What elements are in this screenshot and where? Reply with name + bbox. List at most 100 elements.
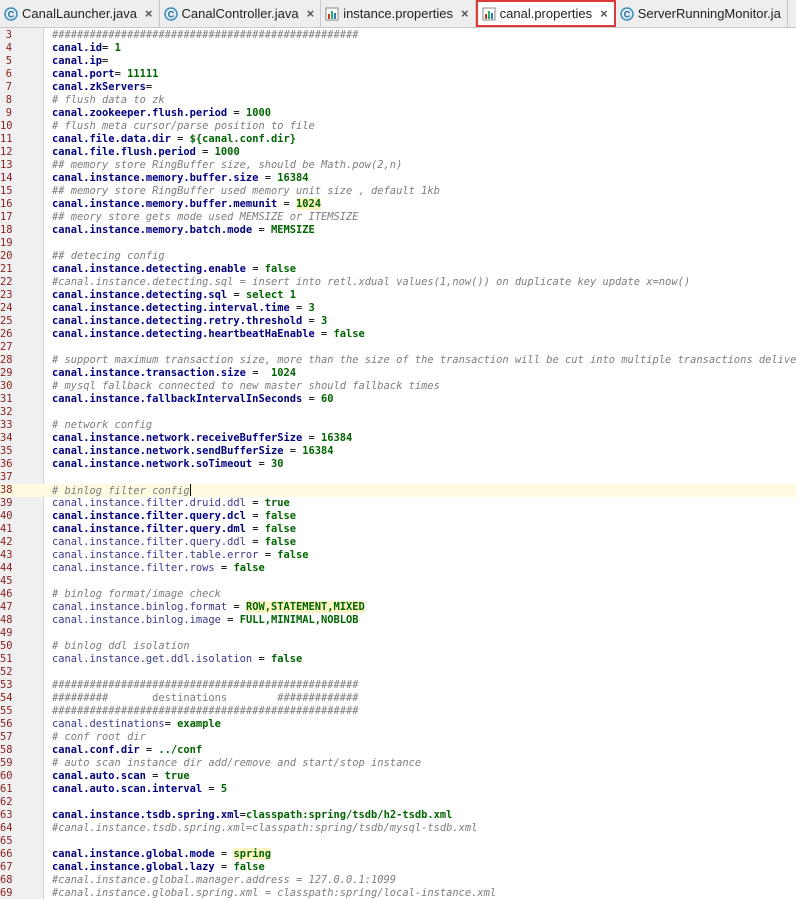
code-line[interactable]: 17 ## meory store gets mode used MEMSIZE …	[0, 211, 796, 224]
property-separator: =	[145, 81, 153, 93]
code-line[interactable]: 44 canal.instance.filter.rows = false	[0, 562, 796, 575]
code-line[interactable]: 54 ######### destinations #############	[0, 692, 796, 705]
code-line[interactable]: 47 canal.instance.binlog.format = ROW,STA…	[0, 601, 796, 614]
code-line[interactable]: 24 canal.instance.detecting.interval.time…	[0, 302, 796, 315]
line-content: ## memory store RingBuffer size, should …	[52, 159, 402, 172]
line-content: canal.instance.filter.query.dcl = false	[52, 510, 296, 523]
code-line[interactable]: 51 canal.instance.get.ddl.isolation = fal…	[0, 653, 796, 666]
code-line[interactable]: 4 canal.id= 1	[0, 42, 796, 55]
code-line[interactable]: 12 canal.file.flush.period = 1000	[0, 146, 796, 159]
tab-canal-properties[interactable]: canal.properties ×	[475, 0, 616, 27]
tab-instance-properties[interactable]: instance.properties ×	[321, 0, 476, 27]
code-line[interactable]: 50 # binlog ddl isolation	[0, 640, 796, 653]
code-line[interactable]: 32	[0, 406, 796, 419]
tab-close-icon[interactable]: ×	[600, 6, 608, 21]
line-content: ########################################…	[52, 29, 359, 42]
property-separator: =	[220, 614, 240, 626]
code-line[interactable]: 55 ######################################…	[0, 705, 796, 718]
code-line[interactable]: 27	[0, 341, 796, 354]
line-number: 68	[0, 874, 13, 886]
property-separator: =	[289, 302, 309, 314]
tab-close-icon[interactable]: ×	[145, 6, 153, 21]
code-line[interactable]: 39 canal.instance.filter.druid.ddl = true	[0, 497, 796, 510]
code-line[interactable]: 62	[0, 796, 796, 809]
code-line[interactable]: 7 canal.zkServers=	[0, 81, 796, 94]
code-line[interactable]: 60 canal.auto.scan = true	[0, 770, 796, 783]
code-editor[interactable]: 3 #######################################…	[0, 28, 796, 899]
code-line[interactable]: 6 canal.port= 11111	[0, 68, 796, 81]
property-value: example	[177, 718, 221, 730]
code-line[interactable]: 29 canal.instance.transaction.size = 1024	[0, 367, 796, 380]
code-line[interactable]: 40 canal.instance.filter.query.dcl = fals…	[0, 510, 796, 523]
code-line[interactable]: 26 canal.instance.detecting.heartbeatHaEn…	[0, 328, 796, 341]
line-number: 36	[0, 458, 13, 470]
hash-banner: ########################################…	[52, 705, 359, 717]
code-line[interactable]: 45	[0, 575, 796, 588]
tab-close-icon[interactable]: ×	[307, 6, 315, 21]
code-line[interactable]: 13 ## memory store RingBuffer size, shoul…	[0, 159, 796, 172]
code-line[interactable]: 66 canal.instance.global.mode = spring	[0, 848, 796, 861]
code-line[interactable]: 20 ## detecing config	[0, 250, 796, 263]
code-line[interactable]: 18 canal.instance.memory.batch.mode = MEM…	[0, 224, 796, 237]
code-line[interactable]: 46 # binlog format/image check	[0, 588, 796, 601]
code-line[interactable]: 35 canal.instance.network.sendBufferSize …	[0, 445, 796, 458]
code-line[interactable]: 11 canal.file.data.dir = ${canal.conf.dir…	[0, 133, 796, 146]
code-line[interactable]: 16 canal.instance.memory.buffer.memunit =…	[0, 198, 796, 211]
property-key: canal.instance.filter.query.dml	[52, 523, 246, 535]
code-line[interactable]: 3 #######################################…	[0, 29, 796, 42]
line-content: canal.instance.detecting.heartbeatHaEnab…	[52, 328, 365, 341]
code-line[interactable]: 8 # flush data to zk	[0, 94, 796, 107]
code-line[interactable]: 22 #canal.instance.detecting.sql = insert…	[0, 276, 796, 289]
code-line[interactable]: 52	[0, 666, 796, 679]
code-line[interactable]: 31 canal.instance.fallbackIntervalInSecon…	[0, 393, 796, 406]
code-line[interactable]: 9 canal.zookeeper.flush.period = 1000	[0, 107, 796, 120]
code-line[interactable]: 21 canal.instance.detecting.enable = fals…	[0, 263, 796, 276]
line-number: 66	[0, 848, 13, 860]
code-line[interactable]: 34 canal.instance.network.receiveBufferSi…	[0, 432, 796, 445]
tab-close-icon[interactable]: ×	[461, 6, 469, 21]
tab-canal-controller[interactable]: C CanalController.java ×	[160, 0, 322, 27]
code-line[interactable]: 10 # flush meta cursor/parse position to …	[0, 120, 796, 133]
code-line[interactable]: 28 # support maximum transaction size, mo…	[0, 354, 796, 367]
property-value: 16384	[302, 445, 334, 457]
code-line[interactable]: 68 #canal.instance.global.manager.address…	[0, 874, 796, 887]
code-line[interactable]: 25 canal.instance.detecting.retry.thresho…	[0, 315, 796, 328]
code-line[interactable]: 43 canal.instance.filter.table.error = fa…	[0, 549, 796, 562]
code-line[interactable]: 61 canal.auto.scan.interval = 5	[0, 783, 796, 796]
line-number: 39	[0, 497, 13, 509]
svg-text:C: C	[167, 9, 174, 19]
code-line[interactable]: 58 canal.conf.dir = ../conf	[0, 744, 796, 757]
code-line[interactable]: 69 #canal.instance.global.spring.xml = cl…	[0, 887, 796, 900]
code-line[interactable]: 30 # mysql fallback connected to new mast…	[0, 380, 796, 393]
comment: # support maximum transaction size, more…	[52, 354, 796, 366]
line-content: canal.instance.memory.batch.mode = MEMSI…	[52, 224, 315, 237]
code-line[interactable]: 59 # auto scan instance dir add/remove an…	[0, 757, 796, 770]
code-line[interactable]: 38 # binlog filter config	[0, 484, 796, 497]
code-line[interactable]: 23 canal.instance.detecting.sql = select …	[0, 289, 796, 302]
hash-banner: ########################################…	[52, 29, 359, 41]
line-number: 44	[0, 562, 13, 574]
code-line[interactable]: 42 canal.instance.filter.query.ddl = fals…	[0, 536, 796, 549]
code-line[interactable]: 5 canal.ip=	[0, 55, 796, 68]
code-line[interactable]: 15 ## memory store RingBuffer used memory…	[0, 185, 796, 198]
code-line[interactable]: 19	[0, 237, 796, 250]
code-line[interactable]: 36 canal.instance.network.soTimeout = 30	[0, 458, 796, 471]
code-line[interactable]: 53 ######################################…	[0, 679, 796, 692]
code-line[interactable]: 37	[0, 471, 796, 484]
code-line[interactable]: 48 canal.instance.binlog.image = FULL,MIN…	[0, 614, 796, 627]
code-line[interactable]: 49	[0, 627, 796, 640]
code-line[interactable]: 67 canal.instance.global.lazy = false	[0, 861, 796, 874]
code-line[interactable]: 56 canal.destinations= example	[0, 718, 796, 731]
code-line[interactable]: 65	[0, 835, 796, 848]
tab-canal-launcher[interactable]: C CanalLauncher.java ×	[0, 0, 160, 27]
code-line[interactable]: 57 # conf root dir	[0, 731, 796, 744]
line-content: ######### destinations #############	[52, 692, 359, 705]
code-line[interactable]: 64 #canal.instance.tsdb.spring.xml=classp…	[0, 822, 796, 835]
code-line[interactable]: 14 canal.instance.memory.buffer.size = 16…	[0, 172, 796, 185]
code-line[interactable]: 41 canal.instance.filter.query.dml = fals…	[0, 523, 796, 536]
code-line[interactable]: 33 # network config	[0, 419, 796, 432]
line-content: canal.instance.memory.buffer.memunit = 1…	[52, 198, 322, 211]
property-separator: =	[245, 536, 265, 548]
tab-server-running-monitor[interactable]: C ServerRunningMonitor.ja	[616, 0, 788, 27]
code-line[interactable]: 63 canal.instance.tsdb.spring.xml=classpa…	[0, 809, 796, 822]
